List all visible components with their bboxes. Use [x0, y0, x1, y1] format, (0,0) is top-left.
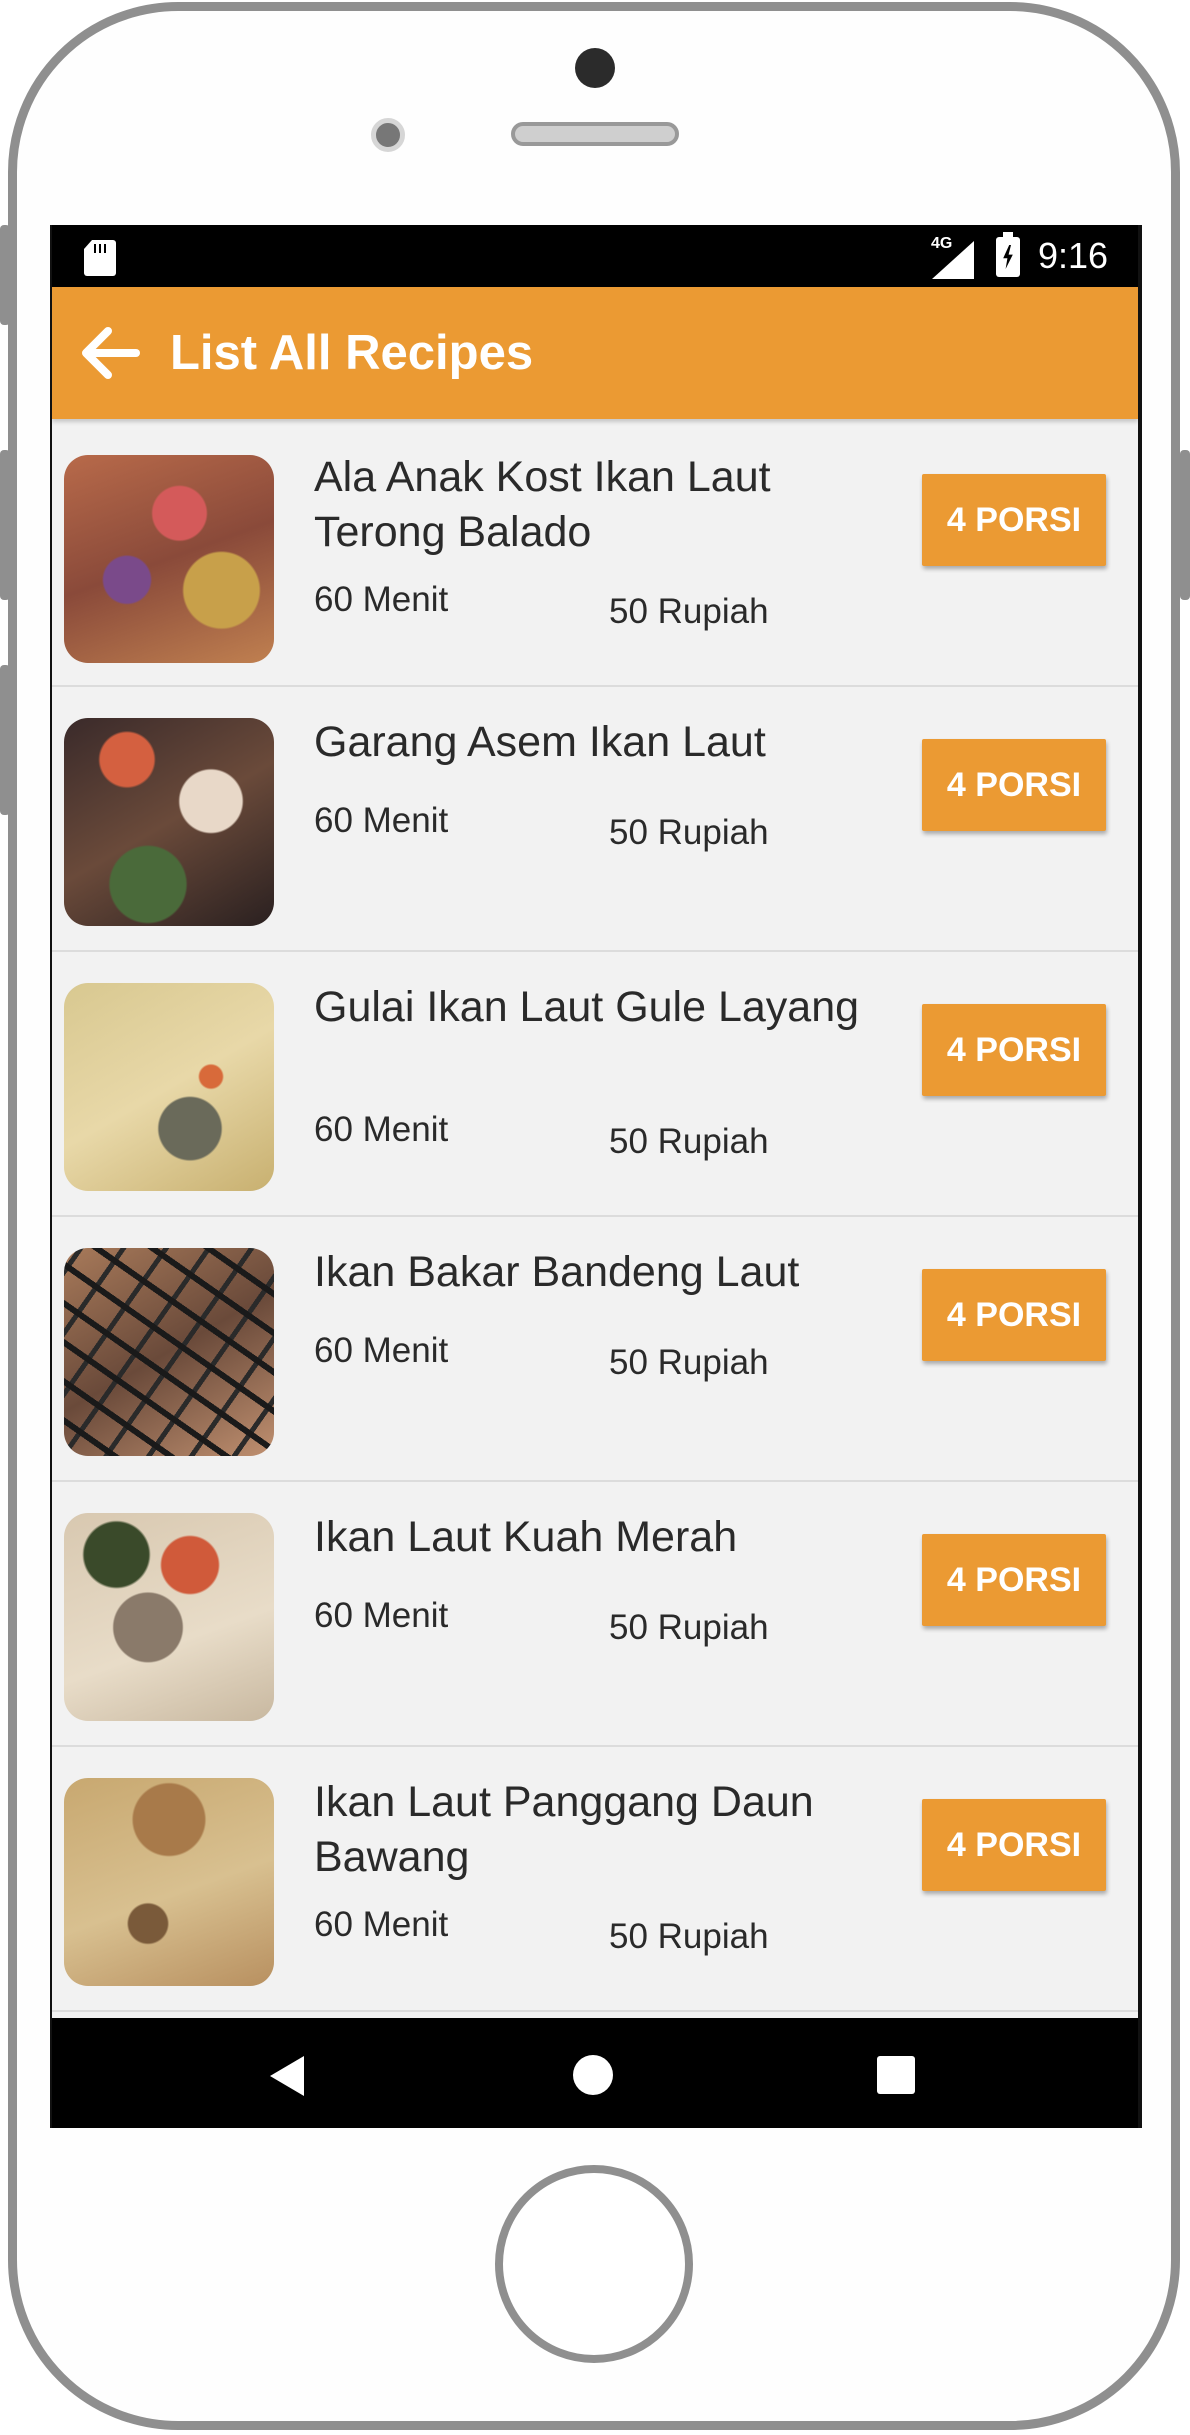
- recipe-price: 50 Rupiah: [609, 1122, 769, 1161]
- phone-home-button: [495, 2165, 693, 2363]
- portion-button[interactable]: 4 PORSI: [922, 1269, 1106, 1361]
- recipe-title: Ikan Laut Kuah Merah: [314, 1513, 738, 1561]
- recipe-thumbnail: [64, 455, 274, 663]
- portion-button[interactable]: 4 PORSI: [922, 739, 1106, 831]
- navigation-bar: [52, 2018, 1138, 2128]
- side-button-power: [1180, 450, 1190, 600]
- arrow-back-icon[interactable]: [80, 325, 140, 381]
- recipe-price: 50 Rupiah: [609, 1917, 769, 1956]
- portion-button[interactable]: 4 PORSI: [922, 1534, 1106, 1626]
- status-clock: 9:16: [1038, 235, 1109, 276]
- recipe-thumbnail: [64, 1248, 274, 1456]
- sd-card-icon: [84, 240, 116, 276]
- recipe-list-item[interactable]: Ala Anak Kost Ikan Laut Terong Balado 60…: [52, 422, 1138, 687]
- page-title: List All Recipes: [170, 326, 534, 380]
- proximity-sensor: [371, 118, 405, 152]
- recipe-price: 50 Rupiah: [609, 1343, 769, 1382]
- recipe-title: Ikan Bakar Bandeng Laut: [314, 1248, 800, 1296]
- recipe-time: 60 Menit: [314, 801, 449, 840]
- recipe-thumbnail: [64, 1513, 274, 1721]
- recipe-list-item[interactable]: Ikan Bakar Bandeng Laut 60 Menit 50 Rupi…: [52, 1217, 1138, 1482]
- recipe-time: 60 Menit: [314, 580, 449, 619]
- recipe-price: 50 Rupiah: [609, 813, 769, 852]
- app-bar: List All Recipes: [52, 287, 1138, 419]
- recipe-list-item[interactable]: Garang Asem Ikan Laut 60 Menit 50 Rupiah…: [52, 687, 1138, 952]
- recipe-list-item[interactable]: Ikan Laut Panggang Daun Bawang 60 Menit …: [52, 1747, 1138, 2012]
- recipe-title: Ikan Laut Panggang Daun Bawang: [314, 1778, 814, 1881]
- recipe-thumbnail: [64, 718, 274, 926]
- nav-back-icon[interactable]: [270, 2056, 304, 2096]
- recipe-price: 50 Rupiah: [609, 1608, 769, 1647]
- recipe-price: 50 Rupiah: [609, 592, 769, 631]
- portion-button[interactable]: 4 PORSI: [922, 1799, 1106, 1891]
- recipe-title: Gulai Ikan Laut Gule Layang: [314, 983, 860, 1031]
- portion-button[interactable]: 4 PORSI: [922, 474, 1106, 566]
- earpiece-speaker: [511, 122, 679, 146]
- recipe-thumbnail: [64, 983, 274, 1191]
- nav-home-icon[interactable]: [573, 2055, 613, 2095]
- recipe-list-item[interactable]: Ikan Laut Kuah Merah 60 Menit 50 Rupiah …: [52, 1482, 1138, 1747]
- battery-charging-icon: [996, 232, 1020, 277]
- recipe-time: 60 Menit: [314, 1596, 449, 1635]
- recipe-title: Garang Asem Ikan Laut: [314, 718, 766, 766]
- portion-button[interactable]: 4 PORSI: [922, 1004, 1106, 1096]
- recipe-time: 60 Menit: [314, 1110, 449, 1149]
- recipe-list-item[interactable]: Gulai Ikan Laut Gule Layang 60 Menit 50 …: [52, 952, 1138, 1217]
- recipe-time: 60 Menit: [314, 1331, 449, 1370]
- phone-screen: 4G 9:16 List All Recipes Ala Anak Kost I…: [50, 225, 1142, 2128]
- nav-recents-icon[interactable]: [877, 2056, 915, 2094]
- recipe-thumbnail: [64, 1778, 274, 1986]
- status-bar: 4G 9:16: [52, 225, 1138, 287]
- front-camera: [575, 48, 615, 88]
- recipe-time: 60 Menit: [314, 1905, 449, 1944]
- recipe-list: Ala Anak Kost Ikan Laut Terong Balado 60…: [52, 422, 1138, 2012]
- network-type: 4G: [931, 235, 953, 252]
- recipe-title: Ala Anak Kost Ikan Laut Terong Balado: [314, 453, 771, 556]
